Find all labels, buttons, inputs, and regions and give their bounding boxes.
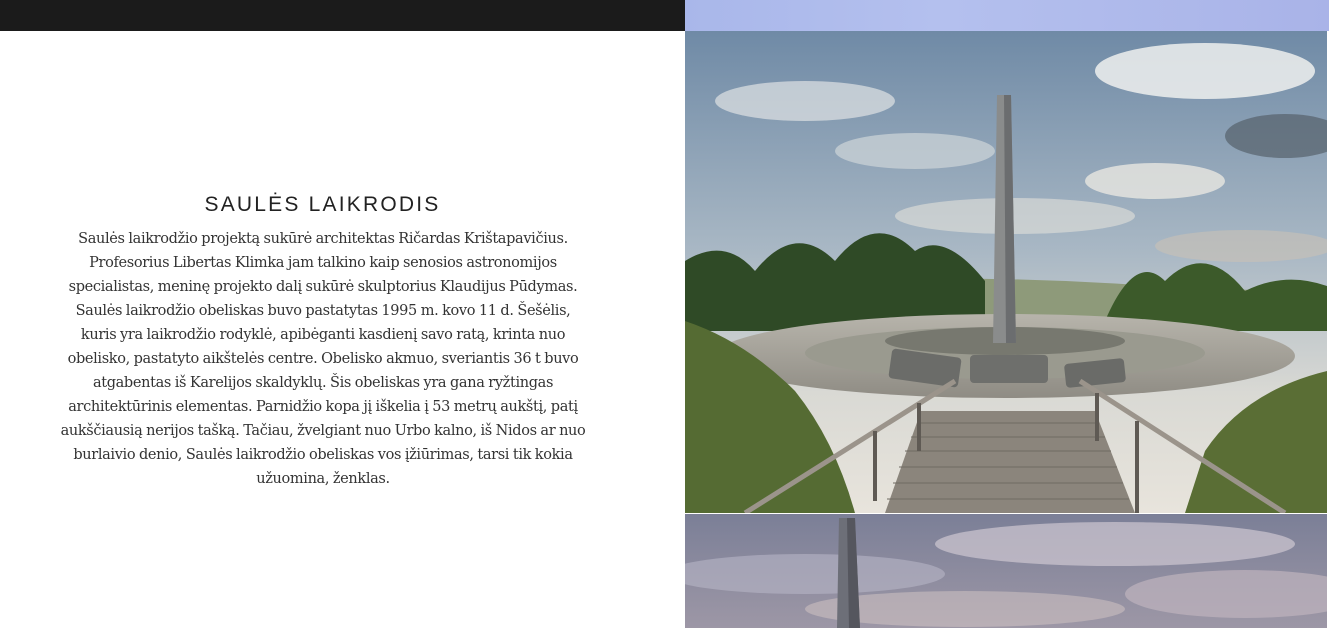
sundial-dusk-photo[interactable] — [685, 514, 1327, 628]
sundial-photo-illustration — [685, 31, 1327, 513]
section-title: SAULĖS LAIKRODIS — [204, 193, 441, 216]
sundial-dusk-illustration — [685, 514, 1327, 628]
text-panel: SAULĖS LAIKRODIS Saulės laikrodžio proje… — [0, 31, 685, 628]
page: SAULĖS LAIKRODIS Saulės laikrodžio proje… — [0, 0, 1329, 628]
section-description: Saulės laikrodžio projektą sukūrė archit… — [60, 231, 586, 487]
top-bar — [0, 0, 685, 31]
image-gallery — [685, 0, 1329, 628]
sundial-photo[interactable] — [685, 31, 1327, 513]
previous-image-edge — [685, 0, 1329, 31]
